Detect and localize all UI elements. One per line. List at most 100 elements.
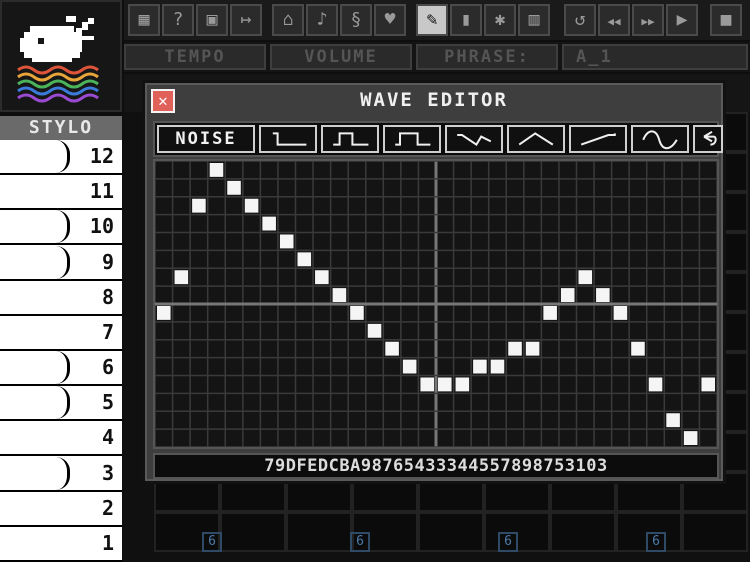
wave-sample-cell[interactable] — [473, 359, 487, 374]
wave-sample-cell[interactable] — [209, 163, 224, 177]
preset-triangle-button[interactable] — [507, 125, 565, 153]
wave-editor-dialog: ✕ WAVE EDITOR NOISE 79DFEDCBA98765433344… — [142, 80, 726, 484]
wave-sample-cell[interactable] — [578, 270, 593, 285]
eraser-button[interactable]: ▮ — [450, 4, 482, 36]
undo-icon: ↺ — [574, 9, 586, 30]
phrase-label: PHRASE: — [416, 44, 558, 70]
bird-button[interactable]: ♥ — [374, 4, 406, 36]
piano-icon: ⌂ — [282, 9, 294, 30]
key-6[interactable]: 6 — [0, 351, 122, 387]
preset-noise-button[interactable]: NOISE — [157, 125, 255, 153]
wave-sample-cell[interactable] — [543, 306, 557, 320]
play-icon: ▶ — [676, 9, 688, 30]
hex-readout: 79DFEDCBA9876543334455789875310З — [153, 453, 719, 479]
wave-sample-cell[interactable] — [420, 377, 434, 392]
grid-button[interactable]: ▦ — [128, 4, 160, 36]
key-2[interactable]: 2 — [0, 491, 122, 527]
fast-forward-button[interactable]: ▶▶ — [632, 4, 664, 36]
pattern-cell[interactable] — [682, 512, 748, 552]
key-number: 1 — [101, 530, 114, 555]
key-number: 5 — [101, 390, 114, 415]
preset-pulse-12-button[interactable] — [259, 125, 317, 153]
key-4[interactable]: 4 — [0, 421, 122, 457]
key-9[interactable]: 9 — [0, 245, 122, 281]
key-1[interactable]: 1 — [0, 526, 122, 562]
key-number: 9 — [101, 249, 114, 274]
help-button[interactable]: ? — [162, 4, 194, 36]
dialog-title: WAVE EDITOR — [360, 89, 508, 111]
pattern-cell[interactable] — [220, 512, 286, 552]
wave-sample-cell[interactable] — [490, 359, 505, 374]
wave-sample-cell[interactable] — [631, 341, 645, 356]
preset-sawtooth-down-button[interactable] — [445, 125, 503, 153]
key-number: 7 — [101, 319, 114, 344]
key-number: 12 — [89, 144, 114, 168]
tempo-field[interactable]: TEMPO — [124, 44, 266, 70]
wave-sample-cell[interactable] — [350, 306, 364, 320]
preset-reset-button[interactable] — [693, 125, 723, 153]
wave-sample-cell[interactable] — [402, 359, 417, 374]
wave-grid-canvas[interactable] — [155, 161, 717, 447]
undo-button[interactable]: ↺ — [564, 4, 596, 36]
pattern-cell[interactable] — [418, 512, 484, 552]
wave-sample-cell[interactable] — [244, 198, 259, 213]
wave-sample-cell[interactable] — [438, 377, 452, 392]
wave-sample-cell[interactable] — [157, 306, 171, 320]
wave-sample-cell[interactable] — [315, 270, 329, 285]
reset-wave-icon — [703, 130, 717, 146]
wave-sample-cell[interactable] — [613, 306, 628, 320]
fast-forward-icon: ▶▶ — [641, 15, 655, 28]
sawtooth-up-wave-icon — [580, 133, 616, 146]
wave-sample-cell[interactable] — [332, 288, 347, 302]
key-5[interactable]: 5 — [0, 386, 122, 422]
wave-sample-cell[interactable] — [560, 288, 575, 302]
preset-square-button[interactable] — [383, 125, 441, 153]
key-7[interactable]: 7 — [0, 315, 122, 351]
rewind-button[interactable]: ◀◀ — [598, 4, 630, 36]
wave-sample-cell[interactable] — [385, 341, 399, 356]
wave-sample-cell[interactable] — [648, 377, 663, 392]
preset-sawtooth-up-button[interactable] — [569, 125, 627, 153]
pencil-button[interactable]: ✎ — [416, 4, 448, 36]
trash-icon: ▥ — [528, 9, 540, 30]
instrument-label[interactable]: STYLO — [0, 116, 122, 140]
pattern-cell[interactable] — [550, 512, 616, 552]
piano-button[interactable]: ⌂ — [272, 4, 304, 36]
clef-button[interactable]: § — [340, 4, 372, 36]
wave-sample-cell[interactable] — [174, 270, 189, 285]
wave-sample-cell[interactable] — [262, 216, 276, 231]
wave-sample-cell[interactable] — [701, 377, 715, 392]
preset-sine-button[interactable] — [631, 125, 689, 153]
wave-sample-cell[interactable] — [367, 323, 382, 338]
phrase-value[interactable]: A_1 — [562, 44, 748, 70]
pattern-marker: 6 — [646, 532, 666, 552]
wave-sample-cell[interactable] — [297, 252, 312, 267]
wave-sample-cell[interactable] — [525, 341, 540, 356]
preset-pulse-25-button[interactable] — [321, 125, 379, 153]
hex-values: 79DFEDCBA9876543334455789875310З — [264, 456, 608, 476]
pattern-cell[interactable] — [286, 512, 352, 552]
wave-sample-cell[interactable] — [192, 198, 206, 213]
wave-sample-cell[interactable] — [455, 377, 470, 392]
stop-button[interactable]: ■ — [710, 4, 742, 36]
key-8[interactable]: 8 — [0, 280, 122, 316]
note-button[interactable]: ♪ — [306, 4, 338, 36]
wave-sample-cell[interactable] — [666, 413, 680, 428]
wave-grid[interactable] — [153, 159, 719, 449]
wave-sample-cell[interactable] — [683, 431, 698, 445]
key-12[interactable]: 12 — [0, 140, 122, 176]
play-button[interactable]: ▶ — [666, 4, 698, 36]
volume-field[interactable]: VOLUME — [270, 44, 412, 70]
key-number: 3 — [101, 460, 114, 485]
wave-sample-cell[interactable] — [508, 341, 522, 356]
save-button[interactable]: ▣ — [196, 4, 228, 36]
star-button[interactable]: ✱ — [484, 4, 516, 36]
key-11[interactable]: 11 — [0, 175, 122, 211]
key-10[interactable]: 10 — [0, 210, 122, 246]
key-3[interactable]: 3 — [0, 456, 122, 492]
trash-button[interactable]: ▥ — [518, 4, 550, 36]
wave-sample-cell[interactable] — [227, 180, 241, 195]
wave-sample-cell[interactable] — [596, 288, 610, 302]
wave-sample-cell[interactable] — [279, 234, 294, 249]
export-button[interactable]: ↦ — [230, 4, 262, 36]
